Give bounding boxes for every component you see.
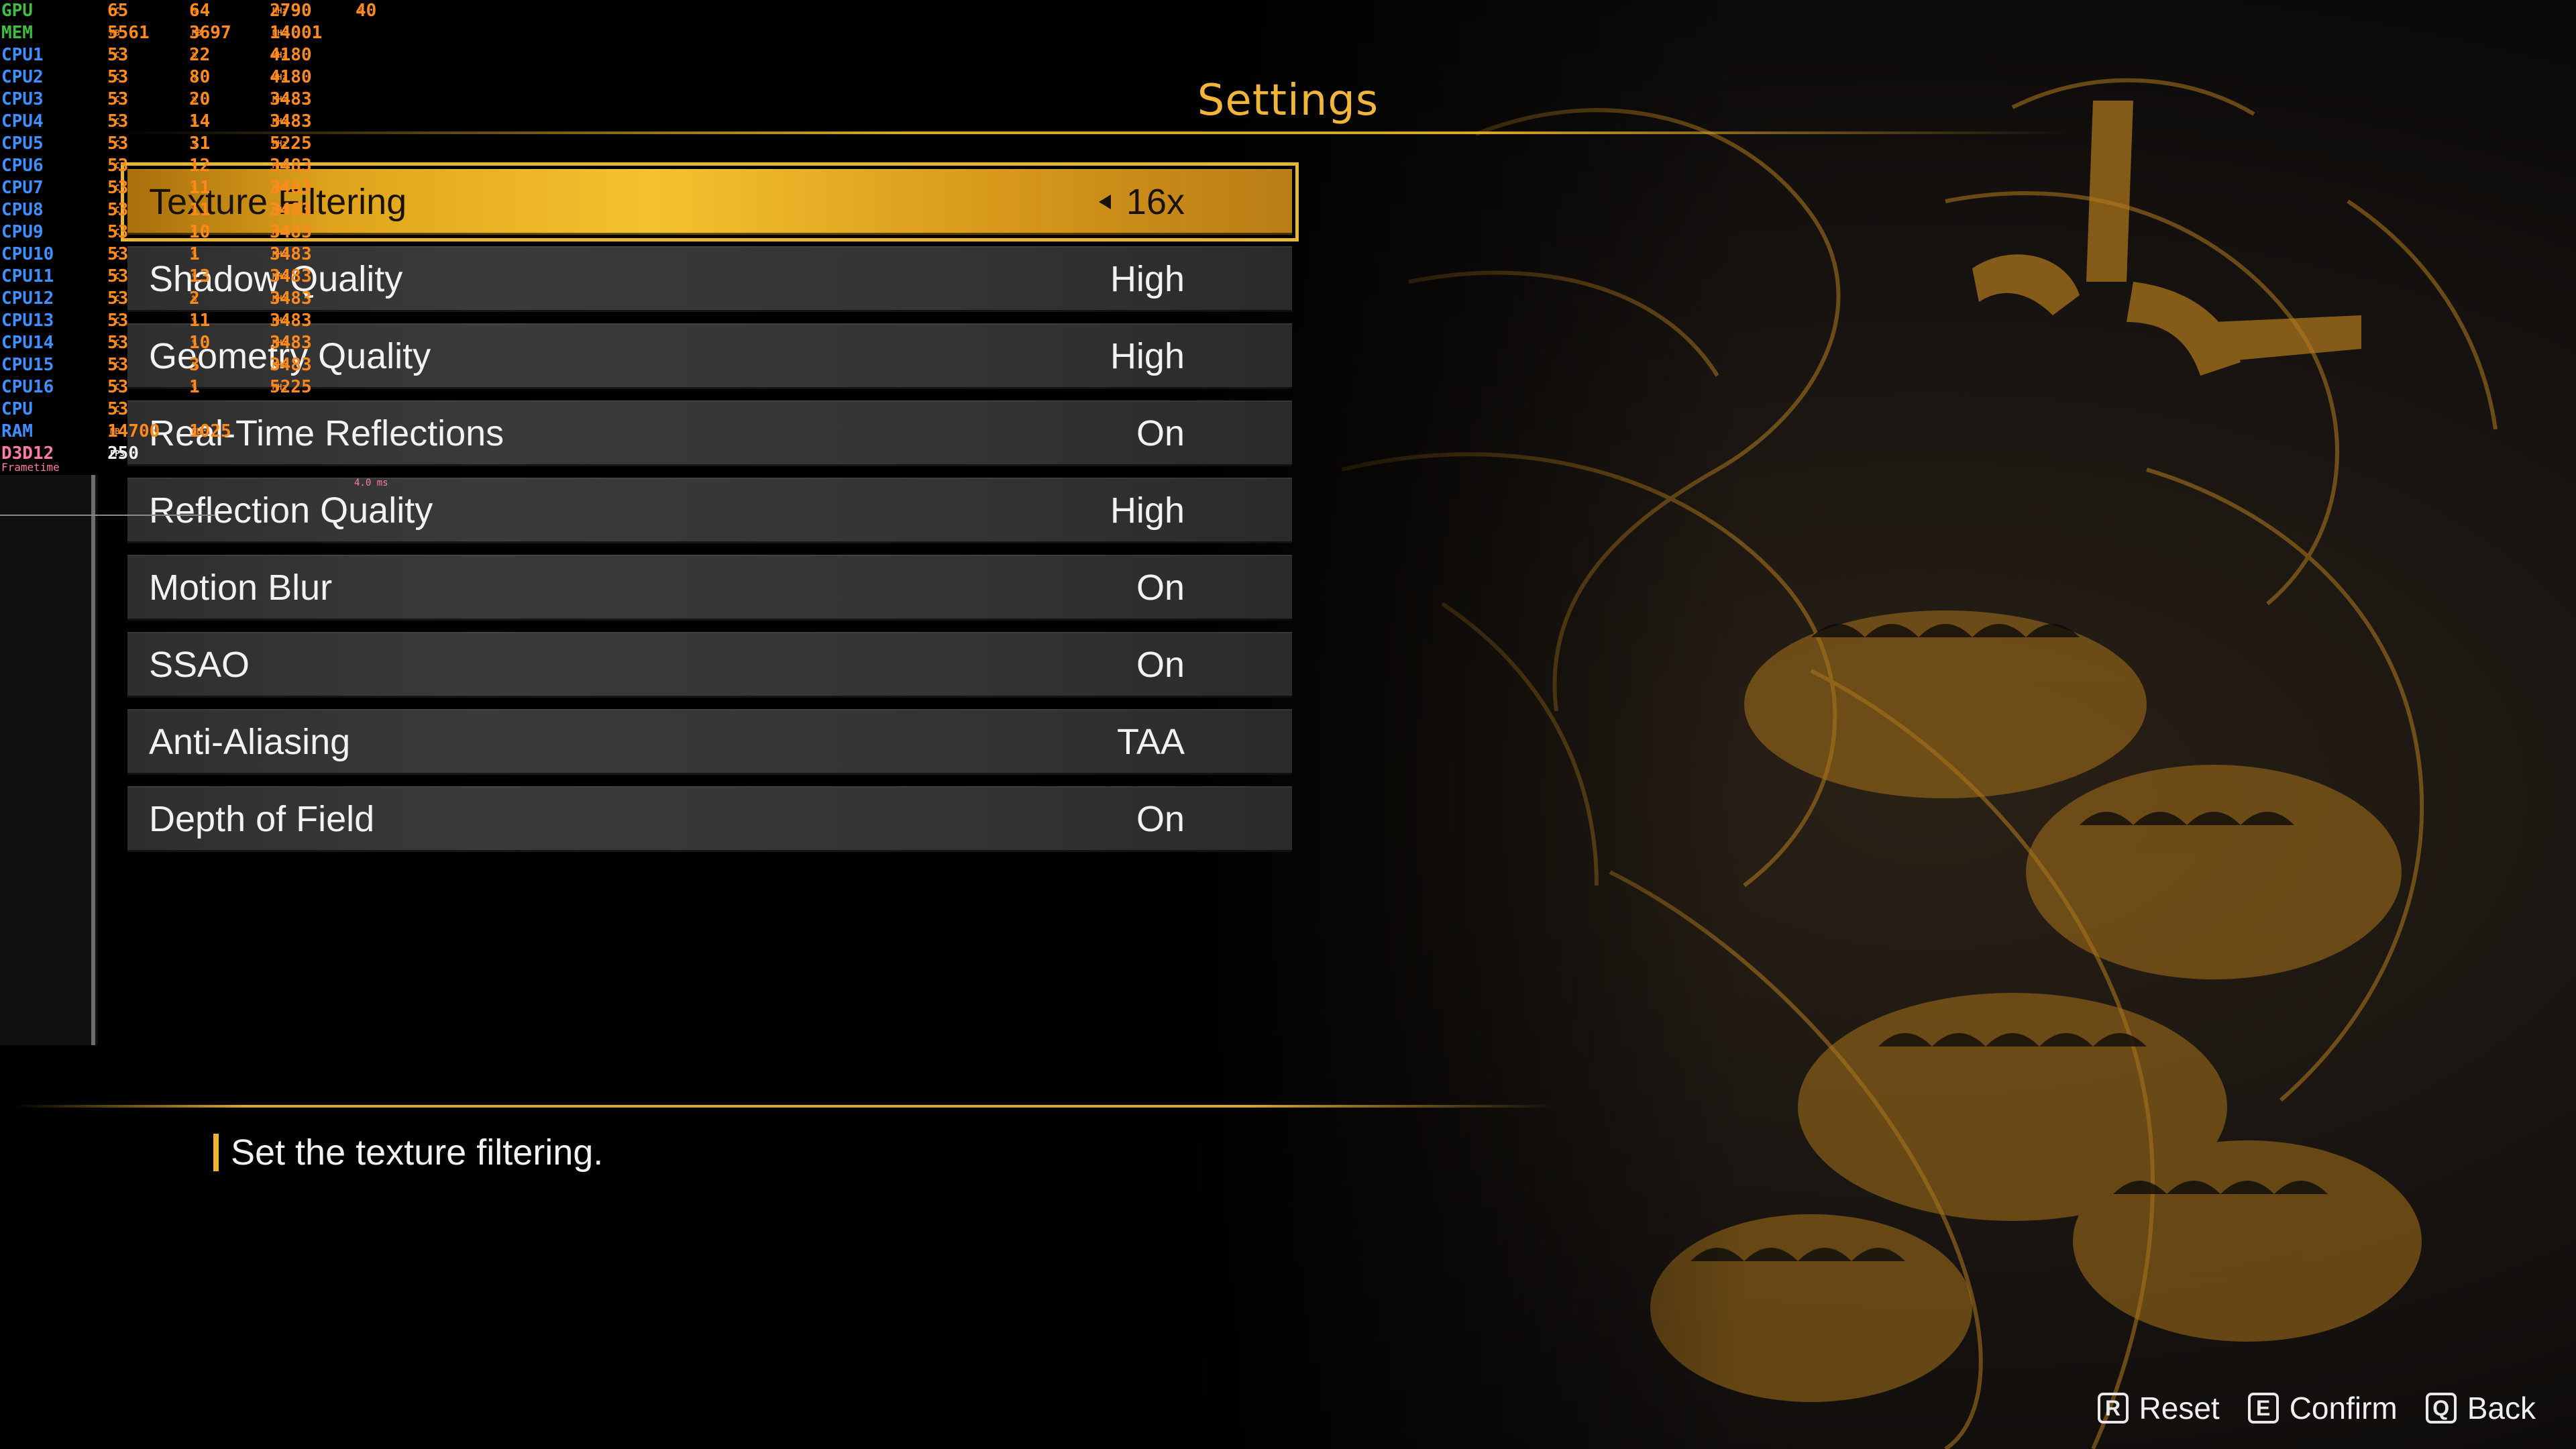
- control-hints: R Reset E Confirm Q Back: [2070, 1386, 2536, 1430]
- header-divider: [121, 131, 2066, 134]
- setting-row-motion-blur[interactable]: Motion Blur On: [127, 555, 1292, 621]
- back-label: Back: [2467, 1391, 2536, 1426]
- left-arrow-icon[interactable]: [1099, 195, 1111, 209]
- setting-row-anti-aliasing[interactable]: Anti-Aliasing TAA: [127, 709, 1292, 775]
- key-r-icon: R: [2097, 1393, 2129, 1424]
- overlay-cpu-9-name: CPU9: [1, 222, 44, 242]
- overlay-cpu-4: CPU4 53 °C 14% 3483 MHz: [1, 111, 312, 131]
- overlay-cpu-12-name: CPU12: [1, 288, 54, 309]
- overlay-cpu-8-name: CPU8: [1, 200, 44, 220]
- overlay-ram-name: RAM: [1, 421, 33, 441]
- setting-value: On: [1136, 799, 1185, 839]
- frametime-graph: [0, 475, 98, 1045]
- setting-value: High: [1110, 259, 1185, 299]
- overlay-cpu-15-name: CPU15: [1, 355, 54, 375]
- overlay-ram: RAM 14700 MB 1025 MB: [1, 421, 231, 441]
- frametime-label: Frametime: [1, 461, 60, 474]
- overlay-cpu-11: CPU11 53 °C 13% 3483 MHz: [1, 266, 312, 286]
- overlay-cpu-4-name: CPU4: [1, 111, 44, 131]
- back-button[interactable]: Q Back: [2425, 1390, 2536, 1426]
- setting-description: Set the texture filtering.: [231, 1132, 604, 1173]
- reset-label: Reset: [2139, 1391, 2220, 1426]
- overlay-cpu-3: CPU3 53 °C 20% 3483 MHz: [1, 89, 312, 109]
- overlay-cpu-5-name: CPU5: [1, 133, 44, 154]
- setting-value: On: [1136, 645, 1185, 685]
- overlay-mem-name: MEM: [1, 23, 33, 43]
- setting-label: Depth of Field: [149, 799, 375, 839]
- setting-value: TAA: [1116, 722, 1185, 762]
- setting-label: Motion Blur: [149, 568, 333, 608]
- setting-label: Reflection Quality: [149, 490, 433, 531]
- frametime-ms-label: 4.0 ms: [354, 478, 388, 488]
- setting-value: On: [1136, 413, 1185, 453]
- overlay-cpu-7: CPU7 53 °C 11% 3483 MHz: [1, 178, 312, 198]
- performance-overlay: GPU 65 °C 64% 2790 MHz 40% MEM 5561 MB 3697 MB 14001…: [0, 0, 376, 465]
- setting-value: High: [1110, 490, 1185, 531]
- key-e-icon: E: [2247, 1393, 2279, 1424]
- overlay-gpu: GPU 65 °C 64% 2790 MHz 40%: [1, 1, 377, 21]
- overlay-cpu-2: CPU2 53 °C 80% 4180 MHz: [1, 67, 312, 87]
- frametime-graph-line: [91, 475, 95, 1045]
- reset-button[interactable]: R Reset: [2097, 1390, 2220, 1426]
- setting-value: On: [1136, 568, 1185, 608]
- page-title: Settings: [1197, 76, 1379, 125]
- overlay-cpu-17: CPU 53 °C: [1, 399, 129, 419]
- overlay-cpu-6-name: CPU6: [1, 156, 44, 176]
- overlay-cpu-10: CPU10 53 °C 1% 3483 MHz: [1, 244, 312, 264]
- description-divider: [13, 1105, 1556, 1108]
- setting-value: High: [1110, 336, 1185, 376]
- setting-row-reflection-quality[interactable]: Reflection Quality High: [127, 478, 1292, 543]
- overlay-cpu-14: CPU14 53 °C 10% 3483 MHz: [1, 333, 312, 353]
- overlay-cpu-12: CPU12 53 °C 2% 3483 MHz: [1, 288, 312, 309]
- overlay-cpu-10-name: CPU10: [1, 244, 54, 264]
- overlay-cpu-1-name: CPU1: [1, 45, 44, 65]
- description-accent-bar: [213, 1134, 219, 1171]
- overlay-mem: MEM 5561 MB 3697 MB 14001 MHz: [1, 23, 323, 43]
- overlay-cpu-14-name: CPU14: [1, 333, 54, 353]
- confirm-label: Confirm: [2289, 1391, 2398, 1426]
- setting-row-ssao[interactable]: SSAO On: [127, 632, 1292, 698]
- overlay-cpu-5: CPU5 53 °C 31% 5225 MHz: [1, 133, 312, 154]
- overlay-cpu-6: CPU6 53 °C 12% 3483 MHz: [1, 156, 312, 176]
- overlay-cpu-13: CPU13 53 °C 11% 3483 MHz: [1, 311, 312, 331]
- overlay-cpu-11-name: CPU11: [1, 266, 54, 286]
- overlay-cpu-2-name: CPU2: [1, 67, 44, 87]
- overlay-gpu-name: GPU: [1, 1, 33, 21]
- overlay-cpu-16-name: CPU16: [1, 377, 54, 397]
- setting-value: 16x: [1126, 182, 1185, 222]
- overlay-cpu-16: CPU16 53 °C 1% 5225 MHz: [1, 377, 312, 397]
- key-q-icon: Q: [2425, 1393, 2457, 1424]
- overlay-cpu-17-name: CPU: [1, 399, 33, 419]
- setting-row-depth-of-field[interactable]: Depth of Field On: [127, 786, 1292, 852]
- setting-label: Anti-Aliasing: [149, 722, 351, 762]
- overlay-cpu-1: CPU1 53 °C 22% 4180 MHz: [1, 45, 312, 65]
- setting-label: SSAO: [149, 645, 250, 685]
- overlay-cpu-9: CPU9 53 °C 10% 3483 MHz: [1, 222, 312, 242]
- overlay-cpu-7-name: CPU7: [1, 178, 44, 198]
- confirm-button[interactable]: E Confirm: [2247, 1390, 2398, 1426]
- overlay-cpu-15: CPU15 53 °C 3% 3483 MHz: [1, 355, 312, 375]
- overlay-cpu-8: CPU8 53 °C 11% 3483 MHz: [1, 200, 312, 220]
- frametime-graph-marker: [0, 515, 215, 516]
- overlay-cpu-3-name: CPU3: [1, 89, 44, 109]
- overlay-cpu-13-name: CPU13: [1, 311, 54, 331]
